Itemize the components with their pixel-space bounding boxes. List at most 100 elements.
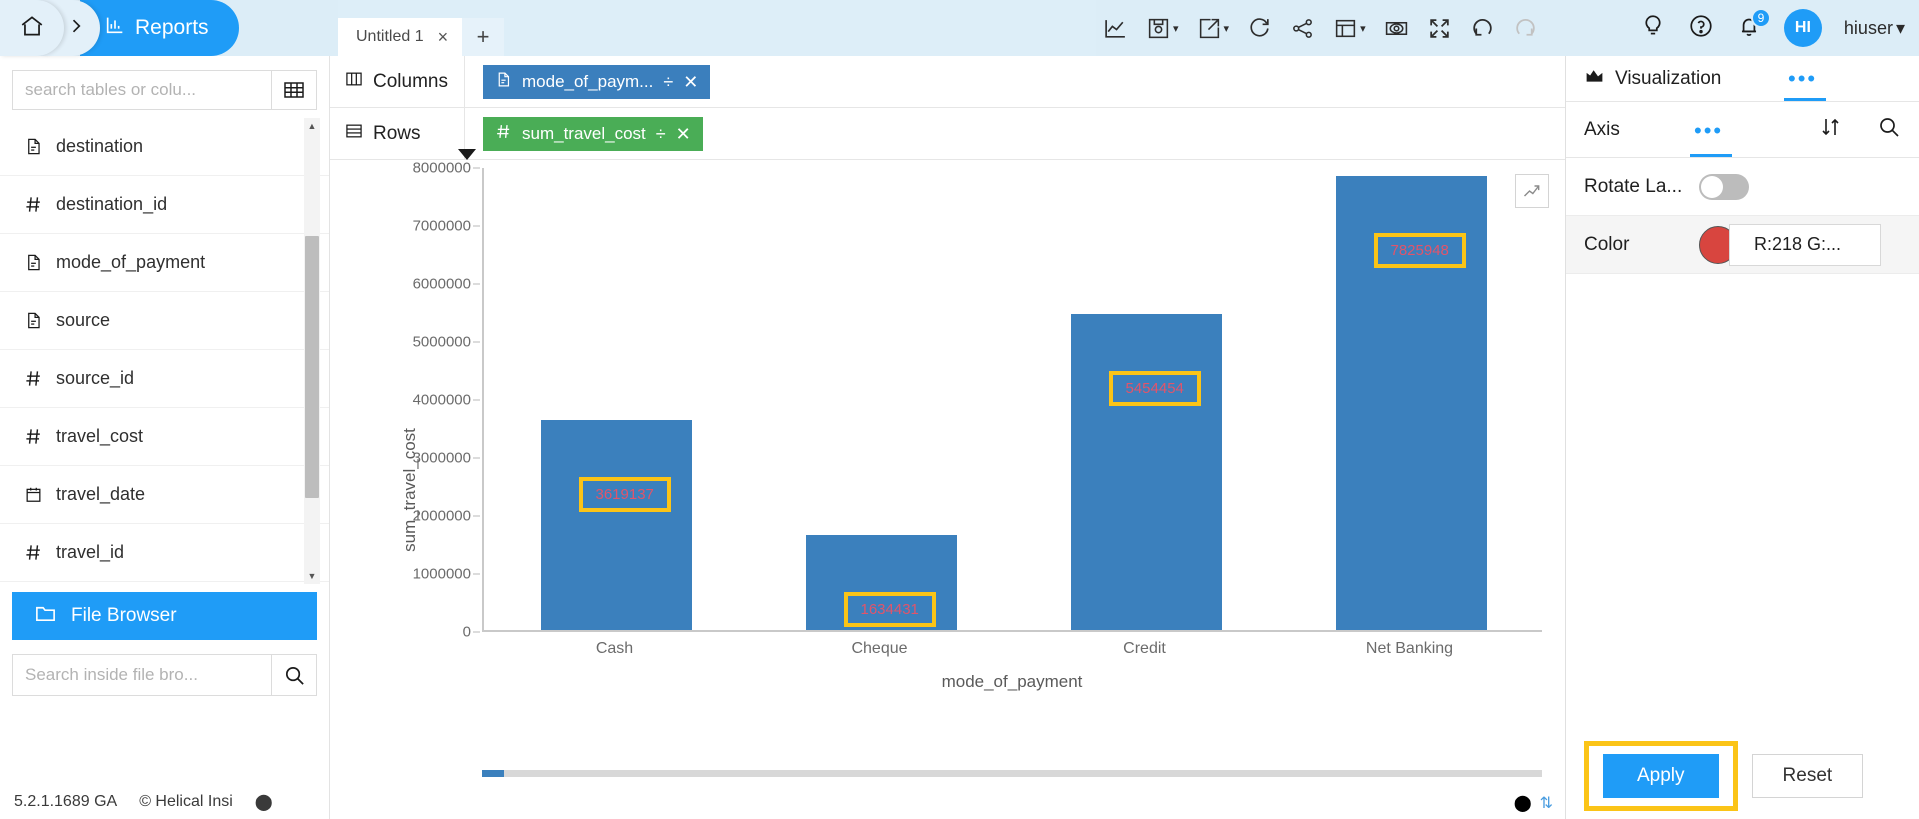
visualization-options-tab[interactable]: •••: [1788, 68, 1817, 90]
field-item[interactable]: travel_medium: [0, 582, 329, 584]
close-icon[interactable]: ×: [438, 28, 449, 46]
resize-cursor-icon: ⇅: [1539, 795, 1553, 812]
lightbulb-icon[interactable]: [1640, 13, 1666, 44]
aggregate-icon[interactable]: ÷: [663, 73, 673, 91]
field-item[interactable]: travel_id: [0, 524, 329, 582]
scrollbar-thumb[interactable]: [305, 236, 319, 498]
search-icon[interactable]: [271, 654, 317, 696]
rows-shelf-label: Rows: [330, 107, 465, 160]
breadcrumb-active-label: Reports: [135, 16, 209, 39]
text-field-icon: [22, 253, 44, 272]
avatar[interactable]: HI: [1783, 9, 1822, 47]
chevron-right-icon: [66, 16, 86, 41]
chevron-down-icon: ▾: [1895, 17, 1905, 38]
panel-title-label: Visualization: [1615, 67, 1722, 89]
file-browser-search-row: [12, 654, 317, 696]
field-list: destination destination_id mode_of_payme…: [0, 118, 329, 584]
search-icon[interactable]: [1877, 115, 1901, 144]
plot-area: 3619137 1634431 5454454 7825948: [482, 168, 1542, 632]
y-tick-label: 2000000: [412, 507, 471, 525]
preview-eye-icon[interactable]: [1377, 8, 1416, 48]
undo-icon[interactable]: [1463, 8, 1502, 48]
fullscreen-icon[interactable]: [1420, 8, 1459, 48]
field-item[interactable]: source: [0, 292, 329, 350]
breadcrumb-item-reports[interactable]: Reports: [80, 0, 239, 56]
refresh-icon[interactable]: [1240, 8, 1279, 48]
y-axis-ticks: 0 1000000 2000000 3000000 4000000 5000000 6000…: [375, 160, 480, 819]
search-input[interactable]: [12, 70, 271, 110]
field-item[interactable]: destination: [0, 118, 329, 176]
columns-pill-mode-of-payment[interactable]: mode_of_paym... ÷ ✕: [483, 64, 711, 99]
scroll-down-icon[interactable]: ▼: [308, 571, 317, 581]
apply-button[interactable]: Apply: [1603, 754, 1719, 798]
color-label: Color: [1584, 233, 1630, 255]
x-tick-label: Net Banking: [1365, 640, 1454, 657]
data-sidebar: destination destination_id mode_of_payme…: [0, 56, 330, 819]
tab-strip: Untitled 1 × +: [338, 0, 1096, 56]
save-icon[interactable]: ▾: [1139, 8, 1186, 48]
shelf-collapse-caret[interactable]: [458, 149, 476, 160]
folder-icon: [34, 602, 57, 631]
bell-icon[interactable]: 9: [1736, 7, 1771, 44]
y-tick-mark: [473, 631, 480, 633]
sidebar-item-file-browser[interactable]: File Browser: [12, 592, 317, 640]
field-item[interactable]: travel_date: [0, 466, 329, 524]
remove-icon[interactable]: ✕: [683, 73, 698, 91]
redo-icon: [1506, 8, 1545, 48]
active-tab-underline: [1690, 154, 1732, 157]
field-item[interactable]: mode_of_payment: [0, 234, 329, 292]
line-chart-icon[interactable]: [1096, 8, 1135, 48]
scrollbar-thumb[interactable]: [482, 770, 504, 777]
scrollbar-track[interactable]: [504, 770, 1542, 777]
x-tick-label: Cheque: [851, 640, 908, 657]
add-tab-button[interactable]: +: [462, 18, 505, 56]
export-icon[interactable]: ▾: [1190, 8, 1237, 48]
y-tick-mark: [473, 399, 480, 401]
field-item[interactable]: travel_cost: [0, 408, 329, 466]
date-field-icon: [22, 485, 44, 504]
layout-icon[interactable]: ▾: [1326, 8, 1373, 48]
chevron-down-icon[interactable]: ▾: [1360, 22, 1366, 35]
rows-pill-sum-travel-cost[interactable]: sum_travel_cost ÷ ✕: [483, 116, 703, 151]
shelf-title: Rows: [373, 122, 421, 144]
user-menu[interactable]: hiuser ▾: [1844, 18, 1905, 39]
pill-label: mode_of_paym...: [522, 71, 654, 91]
field-label: destination_id: [56, 194, 168, 214]
file-search-input[interactable]: [12, 654, 271, 696]
axis-options-tab[interactable]: •••: [1694, 120, 1723, 142]
active-tab-underline: [1784, 98, 1826, 101]
color-value-input[interactable]: R:218 G:...: [1729, 223, 1881, 266]
scroll-up-icon[interactable]: ▲: [308, 121, 317, 131]
field-label: travel_cost: [56, 426, 144, 446]
user-zone: 9 HI hiuser ▾: [1640, 0, 1905, 56]
field-item[interactable]: destination_id: [0, 176, 329, 234]
text-field-icon: [495, 71, 512, 93]
tab-untitled-1[interactable]: Untitled 1 ×: [338, 18, 463, 56]
remove-icon[interactable]: ✕: [676, 125, 691, 143]
rows-shelf: Rows sum_travel_cost ÷ ✕: [330, 107, 1565, 160]
share-icon[interactable]: [1283, 8, 1322, 48]
bar[interactable]: [1070, 313, 1223, 630]
field-item[interactable]: source_id: [0, 350, 329, 408]
y-tick-mark: [473, 225, 480, 227]
table-grid-icon[interactable]: [271, 70, 317, 110]
aggregate-icon[interactable]: ÷: [656, 125, 666, 143]
chevron-down-icon[interactable]: ▾: [1224, 22, 1230, 35]
reset-button[interactable]: Reset: [1751, 754, 1864, 798]
text-field-icon: [22, 137, 44, 156]
help-circle-icon[interactable]: [1688, 13, 1714, 44]
sidebar-scrollbar[interactable]: ▲ ▼: [304, 118, 320, 584]
bar-data-label: 3619137: [578, 477, 671, 513]
chart-horizontal-scrollbar[interactable]: [482, 770, 1542, 777]
bar-chart-icon: [104, 14, 126, 42]
breadcrumb-home[interactable]: [0, 0, 64, 56]
sort-icon[interactable]: [1819, 115, 1843, 144]
axis-section-header: Axis •••: [1566, 102, 1919, 158]
table-search-row: [12, 70, 317, 110]
chevron-down-icon[interactable]: ▾: [1173, 22, 1179, 35]
columns-shelf-label: Columns: [330, 55, 465, 108]
y-tick-mark: [473, 573, 480, 575]
rotate-labels-toggle[interactable]: [1699, 173, 1749, 200]
cursor-pointer-icon: ⬤: [1513, 795, 1532, 812]
bar[interactable]: [540, 420, 693, 630]
